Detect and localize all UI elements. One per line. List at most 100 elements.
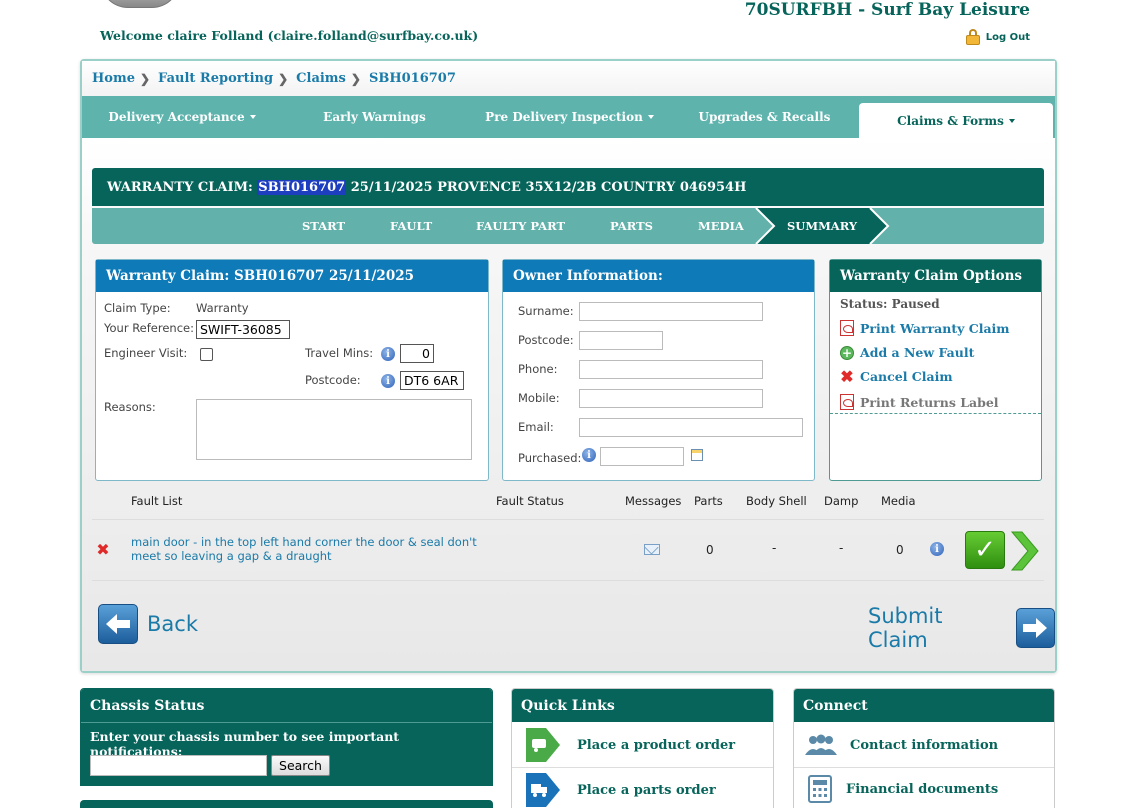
arrow-left-icon xyxy=(98,604,138,644)
breadcrumb-claims[interactable]: Claims xyxy=(296,71,346,86)
engineer-visit-label: Engineer Visit: xyxy=(104,346,188,360)
chevron-right-icon[interactable] xyxy=(1008,530,1040,572)
add-icon: + xyxy=(840,345,854,360)
mobile-label: Mobile: xyxy=(518,391,560,405)
fault-media-count: 0 xyxy=(896,543,904,557)
add-new-fault-link[interactable]: + Add a New Fault xyxy=(840,345,974,360)
nav-pre-delivery-inspection[interactable]: Pre Delivery Inspection xyxy=(467,96,672,138)
phone-label: Phone: xyxy=(518,362,558,376)
breadcrumb-home[interactable]: Home xyxy=(92,71,135,86)
claim-type-label: Claim Type: xyxy=(104,301,171,315)
delete-fault-icon[interactable]: ✖ xyxy=(96,542,110,558)
table-row: ✖ main door - in the top left hand corne… xyxy=(92,519,1044,581)
approve-fault-button[interactable]: ✓ xyxy=(965,531,1005,569)
col-fault-list: Fault List xyxy=(131,494,183,508)
breadcrumb-current-claim[interactable]: SBH016707 xyxy=(369,71,456,86)
info-icon[interactable]: i xyxy=(381,374,395,388)
info-icon[interactable]: i xyxy=(381,347,395,361)
postcode-input[interactable]: DT6 6AR xyxy=(400,371,464,390)
col-damp: Damp xyxy=(824,494,859,508)
info-icon[interactable]: i xyxy=(582,448,596,462)
travel-mins-label: Travel Mins: xyxy=(305,346,374,360)
col-messages: Messages xyxy=(625,494,682,508)
company-logo[interactable] xyxy=(100,0,180,8)
nav-early-warnings[interactable]: Early Warnings xyxy=(282,96,467,138)
chevron-right-icon: ❯ xyxy=(350,71,361,86)
chassis-number-input[interactable] xyxy=(90,755,267,776)
fault-body-shell: - xyxy=(772,541,777,555)
breadcrumb-fault-reporting[interactable]: Fault Reporting xyxy=(158,71,273,86)
contact-information-link[interactable]: Contact information xyxy=(804,729,998,761)
dealer-name: 70SURFBH - Surf Bay Leisure xyxy=(744,0,1030,20)
caravan-icon xyxy=(526,728,560,762)
caret-down-icon xyxy=(1008,118,1015,123)
quick-links-widget: Quick Links Place a product order Place … xyxy=(511,688,774,808)
claim-status: Status: Paused xyxy=(840,297,940,311)
email-input[interactable] xyxy=(579,418,803,437)
col-media: Media xyxy=(881,494,916,508)
claim-steps: START FAULT FAULTY PART PARTS MEDIA SUMM… xyxy=(92,208,1044,244)
options-panel-body: Status: Paused Print Warranty Claim + Add… xyxy=(830,292,1041,480)
step-media[interactable]: MEDIA xyxy=(698,208,744,244)
surname-input[interactable] xyxy=(579,302,763,321)
step-summary[interactable]: SUMMARY xyxy=(787,208,857,244)
owner-panel-body: Surname: Postcode: Phone: Mobile: Email:… xyxy=(503,292,814,480)
purchased-date-input[interactable] xyxy=(600,447,684,466)
place-parts-order-link[interactable]: Place a parts order xyxy=(522,771,716,808)
info-icon[interactable]: i xyxy=(930,542,944,556)
claim-title-bar: WARRANTY CLAIM: SBH016707 25/11/2025 PRO… xyxy=(92,168,1044,206)
calendar-icon[interactable] xyxy=(691,449,703,461)
back-button[interactable]: Back xyxy=(98,604,198,644)
nav-delivery-acceptance[interactable]: Delivery Acceptance xyxy=(82,96,282,138)
chassis-status-widget: Chassis Status Enter your chassis number… xyxy=(80,688,493,786)
next-widget-header xyxy=(80,800,493,808)
reasons-textarea[interactable] xyxy=(196,399,472,460)
claim-options-panel: Warranty Claim Options Status: Paused Pr… xyxy=(829,259,1042,481)
travel-mins-input[interactable]: 0 xyxy=(400,344,434,363)
logout-label: Log Out xyxy=(985,31,1030,43)
owner-postcode-label: Postcode: xyxy=(518,333,574,347)
submit-claim-button[interactable]: Submit Claim xyxy=(868,604,1055,652)
reasons-label: Reasons: xyxy=(104,400,156,414)
envelope-icon[interactable] xyxy=(644,544,660,555)
mobile-input[interactable] xyxy=(579,389,763,408)
cross-icon: ✖ xyxy=(840,366,854,386)
purchased-label: Purchased: xyxy=(518,451,582,465)
warranty-panel-title: Warranty Claim: SBH016707 25/11/2025 xyxy=(96,260,488,292)
financial-documents-link[interactable]: Financial documents xyxy=(808,773,998,805)
fault-damp: - xyxy=(839,541,844,555)
your-reference-input[interactable]: SWIFT-36085 xyxy=(196,320,290,339)
phone-input[interactable] xyxy=(579,360,763,379)
connect-widget: Connect Contact information Financial do… xyxy=(793,688,1055,808)
nav-claims-forms[interactable]: Claims & Forms xyxy=(859,103,1053,138)
owner-panel-title: Owner Information: xyxy=(503,260,814,292)
logout-link[interactable]: Log Out xyxy=(965,29,1030,45)
content-area: WARRANTY CLAIM: SBH016707 25/11/2025 PRO… xyxy=(82,138,1055,671)
step-fault[interactable]: FAULT xyxy=(390,208,432,244)
print-returns-label-link[interactable]: Print Returns Label xyxy=(840,394,999,410)
step-parts[interactable]: PARTS xyxy=(610,208,653,244)
chassis-status-title: Chassis Status xyxy=(81,689,492,722)
nav-upgrades-recalls[interactable]: Upgrades & Recalls xyxy=(672,96,857,138)
print-warranty-claim-link[interactable]: Print Warranty Claim xyxy=(840,320,1010,336)
claim-title-prefix: WARRANTY CLAIM: xyxy=(107,179,258,195)
chassis-search-button[interactable]: Search xyxy=(271,755,330,776)
options-divider xyxy=(830,413,1041,414)
step-faulty-part[interactable]: FAULTY PART xyxy=(476,208,565,244)
fault-description-link[interactable]: main door - in the top left hand corner … xyxy=(131,535,491,563)
step-start[interactable]: START xyxy=(302,208,345,244)
col-body-shell: Body Shell xyxy=(746,494,807,508)
col-parts: Parts xyxy=(694,494,723,508)
col-fault-status: Fault Status xyxy=(496,494,564,508)
owner-postcode-input[interactable] xyxy=(579,331,663,350)
quick-links-title: Quick Links xyxy=(512,689,773,722)
chevron-right-icon: ❯ xyxy=(278,71,289,86)
engineer-visit-checkbox[interactable] xyxy=(200,348,213,361)
place-product-order-link[interactable]: Place a product order xyxy=(522,726,735,764)
email-label: Email: xyxy=(518,420,554,434)
cancel-claim-link[interactable]: ✖ Cancel Claim xyxy=(840,366,952,386)
caret-down-icon xyxy=(647,115,654,119)
breadcrumb: Home ❯ Fault Reporting ❯ Claims ❯ SBH016… xyxy=(82,61,1055,96)
pdf-icon xyxy=(840,320,854,336)
options-panel-title: Warranty Claim Options xyxy=(830,260,1041,292)
